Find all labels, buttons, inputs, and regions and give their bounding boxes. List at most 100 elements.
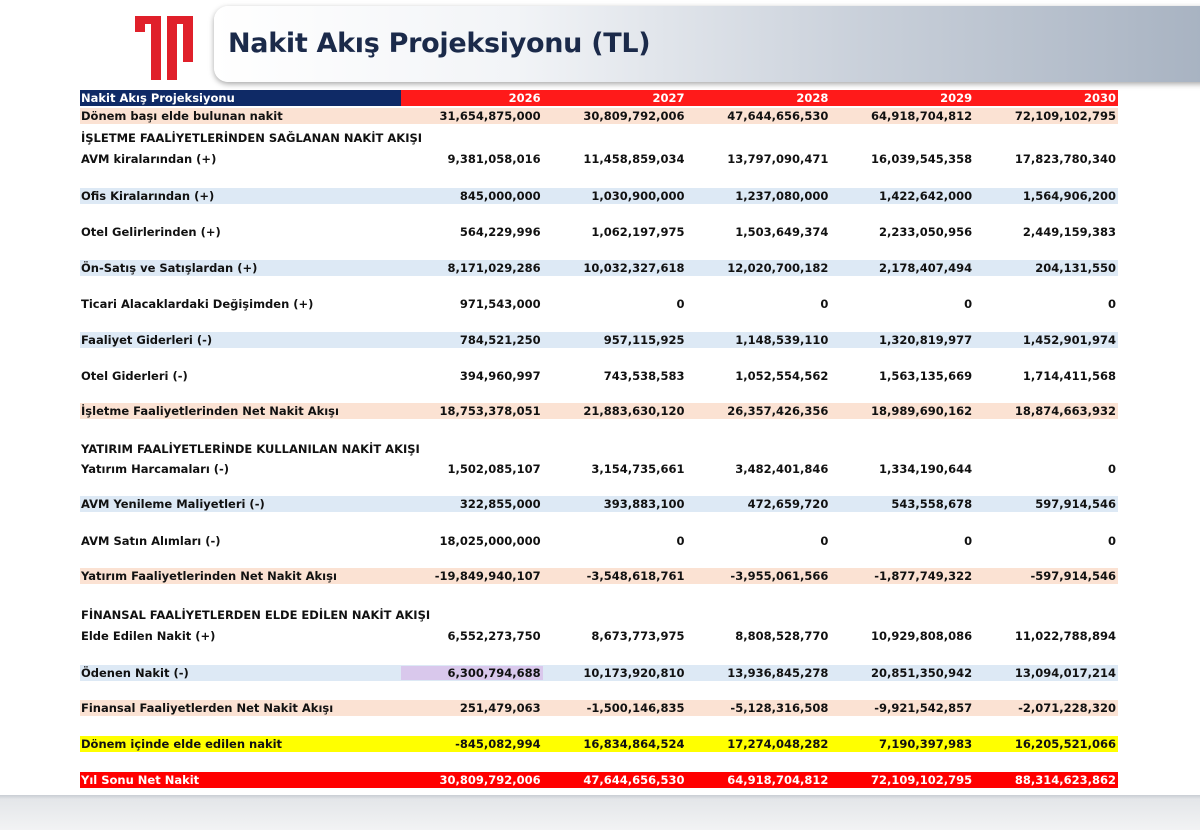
cell-2026: 251,479,063 [459, 701, 541, 715]
cell-2027: 21,883,630,120 [583, 404, 685, 418]
table-row: AVM Yenileme Maliyetleri (-) 322,855,000… [80, 496, 1118, 512]
row-label: Yatırım Harcamaları (-) [81, 462, 230, 476]
cell-2027: 743,538,583 [603, 369, 685, 383]
cell-2027: 393,883,100 [603, 497, 685, 511]
cell-2030: 18,874,663,932 [1014, 404, 1117, 418]
cell-2030: -597,914,546 [1030, 569, 1117, 583]
cell-2027: 0 [676, 297, 685, 311]
table-row: AVM kiralarından (+) 9,381,058,016 11,45… [80, 151, 1118, 167]
header-label: Nakit Akış Projeksiyonu [80, 90, 402, 106]
cell-2027: 957,115,925 [603, 333, 685, 347]
cell-2029: 0 [964, 534, 973, 548]
table-row: Ticari Alacaklardaki Değişimden (+) 971,… [80, 296, 1118, 312]
cell-2026: 31,654,875,000 [439, 109, 541, 123]
cell-2028: 8,808,528,770 [735, 629, 829, 643]
row-label: İŞLETME FAALİYETLERİNDEN SAĞLANAN NAKİT … [81, 131, 423, 145]
page-title: Nakit Akış Projeksiyonu (TL) [228, 28, 651, 59]
cell-2026: 18,753,378,051 [439, 404, 541, 418]
cell-2030: 1,452,901,974 [1022, 333, 1117, 347]
cell-2029: 2,178,407,494 [879, 261, 973, 275]
cell-2030: 204,131,550 [1035, 261, 1117, 275]
cell-2026: -19,849,940,107 [434, 569, 541, 583]
cell-2030: 11,022,788,894 [1014, 629, 1117, 643]
cell-2029: -9,921,542,857 [874, 701, 973, 715]
cell-2027: 30,809,792,006 [583, 109, 685, 123]
cell-2026: 784,521,250 [459, 333, 541, 347]
title-bar: Nakit Akış Projeksiyonu (TL) [214, 6, 1200, 82]
cell-2029: 64,918,704,812 [871, 109, 973, 123]
cell-2028: -5,128,316,508 [730, 701, 829, 715]
cell-2030: 1,564,906,200 [1022, 189, 1117, 203]
cell-2030: 13,094,017,214 [1014, 666, 1117, 680]
cell-2027: 1,062,197,975 [591, 225, 685, 239]
cell-2028: 3,482,401,846 [735, 462, 829, 476]
cell-2028: 17,274,048,282 [727, 737, 829, 751]
table-row: Faaliyet Giderleri (-) 784,521,250 957,1… [80, 332, 1118, 348]
row-label: YATIRIM FAALİYETLERİNDE KULLANILAN NAKİT… [81, 442, 420, 456]
row-label: Yıl Sonu Net Nakit [81, 773, 200, 787]
row-label: Ticari Alacaklardaki Değişimden (+) [81, 297, 314, 311]
cell-2029: 7,190,397,983 [879, 737, 973, 751]
year-2026: 2026 [401, 90, 543, 106]
table-header-row: Nakit Akış Projeksiyonu 2026 2027 2028 2… [80, 90, 1119, 106]
cell-2028: 0 [820, 534, 829, 548]
cell-2030: 72,109,102,795 [1014, 109, 1117, 123]
cell-2029: 20,851,350,942 [871, 666, 973, 680]
cell-2030: 597,914,546 [1035, 497, 1117, 511]
cell-2026: 8,171,029,286 [447, 261, 541, 275]
cell-2028: 13,936,845,278 [727, 666, 829, 680]
cell-2028: 26,357,426,356 [727, 404, 829, 418]
year-2027: 2027 [542, 90, 687, 106]
subtotal-row: Yatırım Faaliyetlerinden Net Nakit Akışı… [80, 568, 1118, 584]
cell-2029: 1,422,642,000 [879, 189, 973, 203]
year-end-cash-row: Yıl Sonu Net Nakit 30,809,792,006 47,644… [80, 772, 1118, 788]
cell-2028: 47,644,656,530 [727, 109, 829, 123]
cell-2030: 2,449,159,383 [1022, 225, 1117, 239]
cell-2028: 1,052,554,562 [735, 369, 829, 383]
cell-2026-selected[interactable]: 6,300,794,688 [401, 666, 543, 680]
cell-2028: 0 [820, 297, 829, 311]
cell-2030: -2,071,228,320 [1018, 701, 1117, 715]
section-heading: YATIRIM FAALİYETLERİNDE KULLANILAN NAKİT… [80, 441, 1118, 457]
row-label: Dönem başı elde bulunan nakit [81, 109, 283, 123]
cell-2028: 1,237,080,000 [735, 189, 829, 203]
cell-2027: 1,030,900,000 [591, 189, 685, 203]
cell-2030: 0 [1108, 534, 1117, 548]
cell-2029: 72,109,102,795 [871, 773, 973, 787]
cell-2027: 11,458,859,034 [583, 152, 685, 166]
row-label: İşletme Faaliyetlerinden Net Nakit Akışı [81, 404, 339, 418]
cell-2027: 0 [676, 534, 685, 548]
cell-2029: 0 [964, 297, 973, 311]
cell-2027: -3,548,618,761 [586, 569, 685, 583]
cell-2028: 13,797,090,471 [727, 152, 829, 166]
year-2029: 2029 [830, 90, 975, 106]
cell-2030: 88,314,623,862 [1014, 773, 1117, 787]
section-heading: FİNANSAL FAALİYETLERDEN ELDE EDİLEN NAKİ… [80, 607, 1118, 623]
cell-2029: 1,334,190,644 [879, 462, 973, 476]
row-label: Ödenen Nakit (-) [81, 666, 189, 680]
row-label: AVM Satın Alımları (-) [81, 534, 221, 548]
cell-2030: 0 [1108, 462, 1117, 476]
cell-2027: -1,500,146,835 [586, 701, 685, 715]
company-logo [133, 14, 195, 82]
cell-2026: 845,000,000 [459, 189, 541, 203]
cell-2027: 10,173,920,810 [583, 666, 685, 680]
cell-2030: 0 [1108, 297, 1117, 311]
cell-2026: 322,855,000 [459, 497, 541, 511]
cell-2030: 16,205,521,066 [1014, 737, 1117, 751]
cell-2027: 3,154,735,661 [591, 462, 685, 476]
cell-2028: -3,955,061,566 [730, 569, 829, 583]
cell-2026: 6,552,273,750 [447, 629, 541, 643]
table-row: Ön-Satış ve Satışlardan (+) 8,171,029,28… [80, 260, 1118, 276]
cell-2029: 1,563,135,669 [879, 369, 973, 383]
table-row: Ofis Kiralarından (+) 845,000,000 1,030,… [80, 188, 1118, 204]
cell-2029: 543,558,678 [891, 497, 973, 511]
cell-2026: 394,960,997 [459, 369, 541, 383]
cell-2028: 1,148,539,110 [735, 333, 829, 347]
cell-2026: 18,025,000,000 [439, 534, 541, 548]
row-label: Yatırım Faaliyetlerinden Net Nakit Akışı [81, 569, 337, 583]
year-2030: 2030 [974, 90, 1119, 106]
cell-2027: 10,032,327,618 [583, 261, 685, 275]
cell-2029: 10,929,808,086 [871, 629, 973, 643]
table-row: Yatırım Harcamaları (-) 1,502,085,107 3,… [80, 461, 1118, 477]
